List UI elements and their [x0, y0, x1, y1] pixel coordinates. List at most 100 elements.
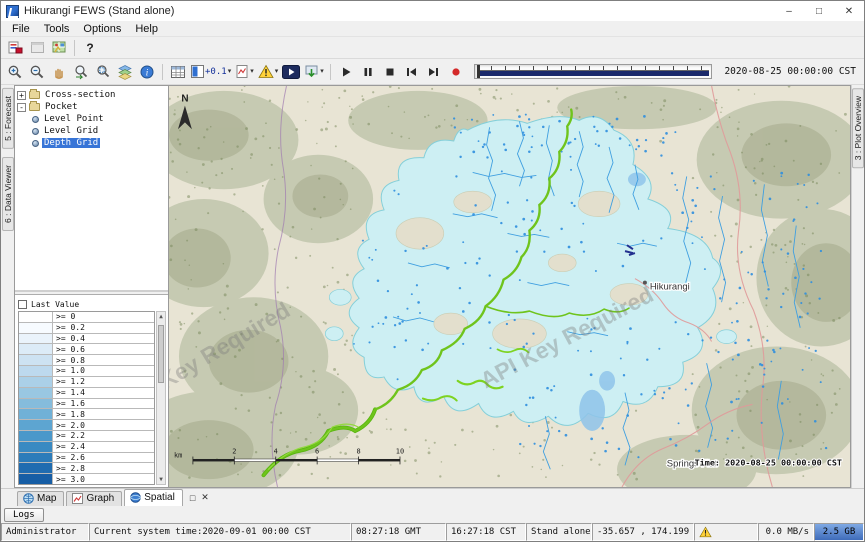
tree-item-label: Pocket — [43, 102, 80, 112]
logs-button[interactable]: Logs — [4, 508, 44, 522]
spatial-display-icon — [52, 40, 67, 55]
scroll-up-icon[interactable]: ▲ — [159, 312, 163, 321]
grid-table-button[interactable] — [168, 62, 188, 82]
tab-forecast[interactable]: 5 : Forecast — [2, 88, 14, 149]
toolbar-separator — [330, 64, 331, 80]
legend-row: >= 3.0 — [19, 474, 154, 484]
warning-icon — [258, 64, 274, 79]
legend-threshold-label: >= 3.0 — [53, 474, 154, 484]
legend-threshold-label: >= 1.8 — [53, 409, 154, 419]
menu-file[interactable]: File — [5, 22, 37, 36]
folder-icon — [29, 103, 40, 111]
chevron-down-icon: ▾ — [275, 68, 279, 75]
chevron-down-icon: ▾ — [250, 68, 254, 75]
menu-tools[interactable]: Tools — [37, 22, 77, 36]
menu-bar: File Tools Options Help — [1, 21, 864, 37]
tree-item-level-grid[interactable]: Level Grid — [17, 125, 166, 137]
minimize-button[interactable]: – — [774, 1, 804, 21]
legend-color-swatch — [19, 399, 53, 409]
status-alerts[interactable] — [694, 523, 758, 541]
step-back-button[interactable] — [402, 62, 422, 82]
timeline-cursor-handle[interactable] — [477, 65, 480, 78]
tree-item-depth-grid[interactable]: Depth Grid — [17, 137, 166, 149]
tab-map[interactable]: Map — [17, 491, 64, 506]
zoom-out-button[interactable] — [27, 62, 47, 82]
log-viewer-button[interactable] — [5, 38, 25, 58]
last-value-label: Last Value — [31, 300, 79, 309]
maximize-button[interactable]: □ — [804, 1, 834, 21]
zoom-previous-icon — [73, 64, 89, 80]
step-forward-button[interactable] — [424, 62, 444, 82]
layers-button[interactable] — [115, 62, 135, 82]
map-label-hikurangi: Hikurangi — [650, 281, 690, 292]
classification-dropdown[interactable]: +0.1 ▾ — [190, 62, 232, 82]
zoom-previous-button[interactable] — [71, 62, 91, 82]
status-mode: Stand alone — [526, 523, 592, 541]
scroll-thumb[interactable] — [158, 325, 164, 383]
pause-button[interactable] — [358, 62, 378, 82]
status-memory-usage[interactable]: 2.5 GB — [814, 523, 864, 541]
status-user: Administrator — [1, 523, 89, 541]
zoom-in-button[interactable] — [5, 62, 25, 82]
legend-threshold-label: >= 2.0 — [53, 420, 154, 430]
tree-item-pocket[interactable]: - Pocket — [17, 101, 166, 113]
menu-options[interactable]: Options — [76, 22, 128, 36]
window-title: Hikurangi FEWS (Stand alone) — [24, 5, 174, 17]
main-area: 5 : Forecast 6 : Data Viewer + Cross-sec… — [1, 85, 864, 488]
dock-tab-bar: Map Graph Spatial □ ✕ — [1, 488, 864, 506]
legend-row: >= 2.4 — [19, 442, 154, 453]
collapse-icon[interactable]: - — [17, 103, 26, 112]
chevron-down-icon: ▾ — [228, 68, 232, 75]
record-button[interactable] — [446, 62, 466, 82]
legend-scrollbar[interactable]: ▲ ▼ — [156, 311, 166, 485]
map-time-label: Time: 2020-08-25 00:00:00 CST — [695, 457, 842, 467]
timeline-slider[interactable] — [474, 64, 713, 79]
current-datetime-label: 2020-08-25 00:00:00 CST — [720, 66, 860, 77]
spatial-sphere-icon — [130, 492, 141, 503]
zoom-extent-button[interactable] — [93, 62, 113, 82]
legend-color-swatch — [19, 453, 53, 463]
zoom-extent-icon — [95, 64, 111, 80]
legend-row: >= 0.8 — [19, 355, 154, 366]
map-toolbar: i +0.1 ▾ ▾ — [1, 59, 864, 85]
pan-button[interactable] — [49, 62, 69, 82]
thresholds-dropdown[interactable]: ▾ — [257, 62, 280, 82]
info-button[interactable]: i — [137, 62, 157, 82]
grid-table-icon — [170, 64, 186, 80]
dock-close-button[interactable]: ✕ — [201, 492, 209, 503]
play-button[interactable] — [336, 62, 356, 82]
chart-icon — [72, 493, 83, 504]
scroll-down-icon[interactable]: ▼ — [159, 475, 163, 484]
tab-data-viewer[interactable]: 6 : Data Viewer — [2, 157, 14, 231]
stop-button[interactable] — [380, 62, 400, 82]
tab-spatial[interactable]: Spatial — [124, 489, 183, 506]
pan-hand-icon — [51, 64, 67, 80]
legend-row: >= 2.6 — [19, 453, 154, 464]
tab-graph[interactable]: Graph — [66, 491, 122, 506]
tree-item-level-point[interactable]: Level Point — [17, 113, 166, 125]
expand-icon[interactable]: + — [17, 91, 26, 100]
dock-float-button[interactable]: □ — [190, 493, 195, 503]
profile-dropdown[interactable]: ▾ — [234, 62, 255, 82]
legend-threshold-label: >= 1.0 — [53, 366, 154, 376]
close-button[interactable]: ✕ — [834, 1, 864, 21]
map-viewport[interactable]: API Key Required API Key Required Hikura… — [169, 85, 851, 488]
svg-text:4: 4 — [274, 448, 278, 456]
legend-color-swatch — [19, 366, 53, 376]
status-warning-icon — [699, 526, 712, 538]
spatial-left-panel: + Cross-section - Pocket Level Point — [14, 85, 169, 488]
layers-tree: + Cross-section - Pocket Level Point — [15, 86, 168, 292]
animation-button[interactable] — [281, 62, 301, 82]
help-button[interactable]: ? — [80, 38, 100, 58]
tree-item-cross-section[interactable]: + Cross-section — [17, 89, 166, 101]
last-value-checkbox[interactable] — [18, 300, 27, 309]
tab-label: Spatial — [144, 492, 175, 503]
menu-help[interactable]: Help — [128, 22, 165, 36]
legend-row: >= 0.2 — [19, 323, 154, 334]
export-dropdown[interactable]: ▾ — [303, 62, 325, 82]
spatial-display-button[interactable] — [49, 38, 69, 58]
legend-threshold-label: >= 2.6 — [53, 453, 154, 463]
tab-plot-overview[interactable]: 3 : Plot Overview — [852, 88, 864, 168]
explorer-panel-button[interactable] — [27, 38, 47, 58]
map-canvas[interactable]: API Key Required API Key Required Hikura… — [169, 86, 850, 487]
